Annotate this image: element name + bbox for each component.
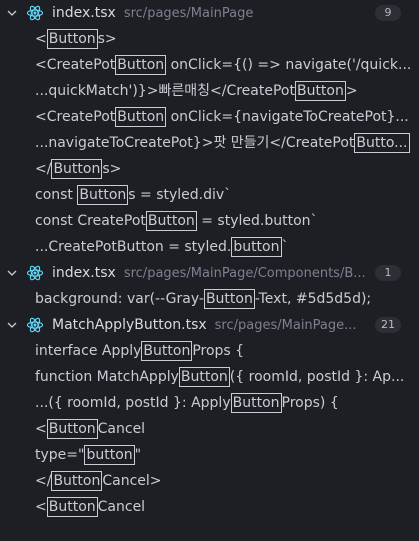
match-suffix-text: -Text, #5d5d5d);	[254, 291, 372, 307]
file-result-header[interactable]: index.tsx src/pages/MainPage/Components/B…	[0, 260, 419, 286]
file-name: MatchApplyButton.tsx src/pages/MainPage..…	[52, 312, 357, 338]
react-icon	[26, 4, 44, 22]
search-match-line[interactable]: ...CreatePotButton = styled. button `	[0, 234, 419, 260]
chevron-down-icon[interactable]	[4, 312, 20, 338]
match-prefix-text: const CreatePot	[35, 213, 146, 229]
match-prefix-text: <	[35, 31, 47, 47]
file-name: index.tsx src/pages/MainPage	[52, 0, 253, 26]
match-suffix-text: = styled.button`	[196, 213, 318, 229]
match-highlight: Button	[115, 55, 167, 75]
match-highlight: Butto...	[354, 133, 410, 153]
match-suffix-text: Cancel>	[102, 473, 162, 489]
match-prefix-text: ...CreatePotButton = styled.	[35, 239, 232, 255]
file-name: index.tsx src/pages/MainPage/Components/B…	[52, 260, 366, 286]
match-suffix-text: onClick={navigateToCreatePot}...	[166, 109, 409, 125]
search-match-line[interactable]: const CreatePot Button = styled.button`	[0, 208, 419, 234]
match-suffix-text: Cancel	[97, 499, 146, 515]
search-results-panel: index.tsx src/pages/MainPage 9 < Button s> <Cr…	[0, 0, 419, 541]
match-prefix-text: function MatchApply	[35, 369, 179, 385]
match-suffix-text: s>	[102, 161, 122, 177]
match-highlight: button	[231, 237, 282, 257]
match-highlight: button	[84, 445, 135, 465]
match-prefix-text: <CreatePot	[35, 109, 116, 125]
match-suffix-text: onClick={() => navigate('/quick...	[166, 57, 412, 73]
match-suffix-text: Props {	[192, 343, 245, 359]
match-highlight: Button	[51, 159, 103, 179]
match-highlight: Button	[77, 185, 129, 205]
match-prefix-text: type="	[35, 447, 85, 463]
match-prefix-text: <CreatePot	[35, 57, 116, 73]
match-highlight: Button	[230, 393, 282, 413]
match-highlight: Button	[46, 29, 98, 49]
search-match-line[interactable]: < Button Cancel	[0, 494, 419, 520]
match-count-badge: 9	[375, 5, 401, 21]
search-match-line[interactable]: type=" button "	[0, 442, 419, 468]
match-suffix-text: s = styled.div`	[128, 187, 232, 203]
match-prefix-text: <	[35, 421, 47, 437]
search-match-line[interactable]: <CreatePot Button onClick={() => navigate…	[0, 52, 419, 78]
file-name-text: MatchApplyButton.tsx	[52, 317, 207, 333]
react-icon	[26, 264, 44, 282]
search-match-line[interactable]: </Button Cancel>	[0, 468, 419, 494]
match-highlight: Button	[203, 289, 255, 309]
search-match-line[interactable]: const Button s = styled.div`	[0, 182, 419, 208]
search-match-line[interactable]: </Button s>	[0, 156, 419, 182]
search-match-line[interactable]: ...({ roomId, postId }: Apply Button Props…	[0, 390, 419, 416]
search-match-line[interactable]: function MatchApply Button({ roomId, post…	[0, 364, 419, 390]
search-match-line[interactable]: < Button Cancel	[0, 416, 419, 442]
match-highlight: Button	[46, 419, 98, 439]
file-path: src/pages/MainPage	[123, 6, 254, 21]
file-result-header[interactable]: MatchApplyButton.tsx src/pages/MainPage..…	[0, 312, 419, 338]
match-suffix-text: >	[345, 83, 358, 99]
match-prefix-text: </	[35, 473, 52, 489]
match-highlight: Button	[141, 341, 193, 361]
match-prefix-text: ...quickMatch')}>빠른매칭</CreatePot	[35, 83, 295, 99]
match-prefix-text: ...navigateToCreatePot}>팟 만들기</CreatePot	[35, 135, 355, 151]
search-match-line[interactable]: < Button s>	[0, 26, 419, 52]
file-path: src/pages/MainPage...	[214, 318, 357, 333]
file-path: src/pages/MainPage/Components/B...	[123, 266, 366, 281]
match-highlight: Button	[46, 497, 98, 517]
search-match-line[interactable]: ...navigateToCreatePot}>팟 만들기</CreatePot…	[0, 130, 419, 156]
search-match-line[interactable]: ...quickMatch')}>빠른매칭</CreatePot Button >	[0, 78, 419, 104]
match-suffix-text: Cancel	[97, 421, 146, 437]
search-match-line[interactable]: background: var(--Gray- Button -Text, #5d5…	[0, 286, 419, 312]
match-suffix-text: ({ roomId, postId }: Ap...	[229, 369, 405, 385]
chevron-down-icon[interactable]	[4, 260, 20, 286]
match-suffix-text: s>	[97, 31, 117, 47]
search-match-line[interactable]: interface Apply Button Props {	[0, 338, 419, 364]
match-suffix-text: Props) {	[281, 395, 339, 411]
match-suffix-text: "	[134, 447, 142, 463]
match-highlight: Button	[51, 471, 103, 491]
search-match-line[interactable]: <CreatePot Button onClick={navigateToCrea…	[0, 104, 419, 130]
match-highlight: Button	[115, 107, 167, 127]
chevron-down-icon[interactable]	[4, 0, 20, 26]
match-prefix-text: ...({ roomId, postId }: Apply	[35, 395, 231, 411]
match-suffix-text: `	[281, 239, 289, 255]
file-name-text: index.tsx	[52, 5, 116, 21]
match-prefix-text: </	[35, 161, 52, 177]
match-prefix-text: <	[35, 499, 47, 515]
match-highlight: Button	[294, 81, 346, 101]
match-count-badge: 21	[375, 317, 401, 333]
react-icon	[26, 316, 44, 334]
file-result-header[interactable]: index.tsx src/pages/MainPage 9	[0, 0, 419, 26]
match-prefix-text: interface Apply	[35, 343, 142, 359]
match-highlight: Button	[178, 367, 230, 387]
match-highlight: Button	[145, 211, 197, 231]
match-prefix-text: background: var(--Gray-	[35, 291, 204, 307]
match-prefix-text: const	[35, 187, 78, 203]
match-count-badge: 1	[375, 265, 401, 281]
file-name-text: index.tsx	[52, 265, 116, 281]
